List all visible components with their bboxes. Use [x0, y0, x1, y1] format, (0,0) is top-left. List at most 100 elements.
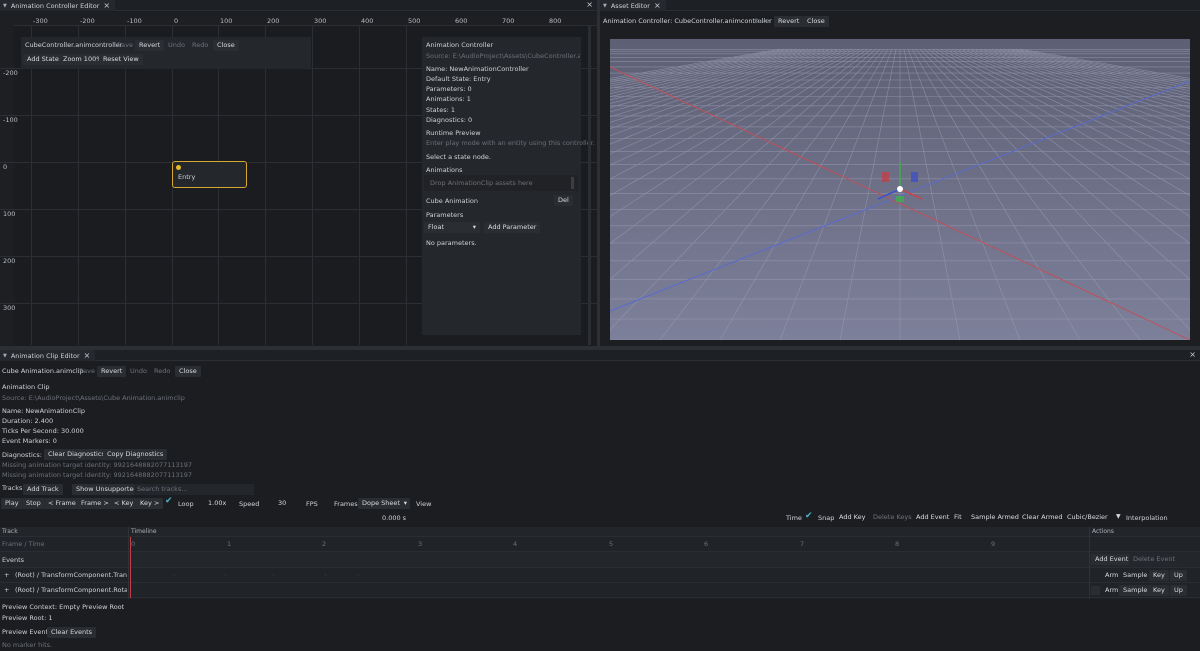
panel-menu-icon[interactable]: ▼ [3, 3, 7, 9]
revert-button[interactable]: Revert [97, 366, 127, 377]
sample-armed-button[interactable]: Sample Armed [967, 512, 1023, 523]
tab-animation-clip-editor[interactable]: ▼ Animation Clip Editor × [0, 350, 96, 361]
inspector-source: Source: E:\AudioProject\Assets\CubeContr… [426, 52, 580, 60]
prev-frame-button[interactable]: < Frame [44, 498, 80, 509]
revert-button[interactable]: Revert [135, 40, 165, 51]
panel-menu-icon[interactable]: ▼ [603, 3, 607, 9]
parameter-type-select[interactable]: Float ▾ [424, 222, 480, 233]
grid-line [31, 26, 32, 345]
sample-button[interactable]: Sample [1119, 570, 1151, 581]
keyframe-marker[interactable]: ◦ [357, 573, 360, 579]
sample-button[interactable]: Sample [1119, 585, 1152, 596]
track-row[interactable]: + (Root) / TransformComponent.Rotation A… [0, 583, 1200, 598]
move-up-button[interactable]: Up [1170, 570, 1187, 581]
add-event-button[interactable]: Add Event [912, 512, 953, 523]
close-button[interactable]: Close [213, 40, 239, 51]
play-button[interactable]: Play [1, 498, 23, 509]
gizmo-center-handle[interactable] [897, 186, 903, 192]
save-button[interactable]: Save [75, 366, 99, 377]
keyframe-marker[interactable]: ◦ [173, 573, 176, 579]
gizmo-plane-zy[interactable] [911, 172, 918, 182]
stop-button[interactable]: Stop [22, 498, 45, 509]
gizmo-plane-xz[interactable] [896, 196, 904, 202]
add-state-button[interactable]: Add State [23, 54, 63, 65]
move-up-button[interactable]: Up [1170, 585, 1187, 596]
close-icon[interactable]: × [84, 351, 91, 360]
close-button[interactable]: Close [803, 16, 829, 27]
panel-menu-icon[interactable]: ▼ [3, 353, 7, 359]
show-unsupported-button[interactable]: Show Unsupported [72, 484, 142, 495]
close-icon[interactable]: × [1189, 351, 1196, 359]
add-parameter-button[interactable]: Add Parameter [484, 222, 541, 233]
time-label: Time [786, 514, 802, 522]
view-mode-value: Dope Sheet [362, 499, 400, 507]
interpolation-mode-value[interactable]: Cubic/Bezier [1063, 512, 1112, 523]
expand-icon[interactable]: + [4, 571, 9, 579]
copy-diagnostics-button[interactable]: Copy Diagnostics [103, 449, 168, 460]
fps-input[interactable]: 30 [274, 498, 290, 509]
clear-armed-button[interactable]: Clear Armed [1018, 512, 1067, 523]
chevron-down-icon[interactable]: ▼ [1116, 513, 1121, 520]
redo-button[interactable]: Redo [188, 40, 212, 51]
key-button[interactable]: Key [1149, 570, 1169, 581]
animation-item-cube[interactable]: Cube Animation [426, 197, 478, 205]
inspector-default-state: Default State: Entry [426, 75, 491, 83]
graph-canvas[interactable]: -300 -200 -100 0 100 200 300 400 500 600… [0, 12, 597, 345]
add-event-row-button[interactable]: Add Event [1091, 554, 1133, 565]
timeline-tick: 1 [227, 540, 232, 548]
ruler-x-label: -200 [80, 17, 95, 25]
clear-events-button[interactable]: Clear Events [47, 627, 97, 638]
revert-button[interactable]: Revert [774, 16, 804, 27]
fit-button[interactable]: Fit [950, 512, 966, 523]
scrollbar[interactable] [571, 177, 574, 189]
drop-hint: Drop AnimationClip assets here [430, 179, 533, 187]
track-row[interactable]: + (Root) / TransformComponent.Translatio… [0, 568, 1200, 583]
diagnostic-message: Missing animation target identity: 99216… [2, 471, 193, 479]
track-name[interactable]: (Root) / TransformComponent.Rotation [15, 586, 127, 594]
reset-view-button[interactable]: Reset View [99, 54, 143, 65]
keyframe-marker[interactable]: ◦ [272, 573, 275, 579]
close-icon[interactable]: × [103, 1, 110, 10]
keyframe-marker[interactable]: ◦ [324, 573, 327, 579]
expand-icon[interactable]: + [4, 586, 9, 594]
keyframe-marker[interactable]: ◦ [224, 573, 227, 579]
key-button[interactable]: Key [1149, 585, 1169, 596]
playhead[interactable] [130, 537, 131, 598]
clear-diagnostics-button[interactable]: Clear Diagnostics [44, 449, 109, 460]
delete-animation-button[interactable]: Del [554, 195, 573, 206]
asset-editor-panel: Animation Controller: CubeController.ani… [600, 12, 1200, 346]
tab-asset-editor[interactable]: ▼ Asset Editor × [600, 0, 666, 11]
loop-checkbox-icon[interactable]: ✔ [165, 496, 173, 506]
animation-drop-zone[interactable]: Drop AnimationClip assets here [424, 175, 578, 191]
snap-checkbox-icon[interactable]: ✔ [805, 511, 813, 521]
save-button[interactable]: Save [750, 16, 774, 27]
tab-animation-controller-editor[interactable]: ▼ Animation Controller Editor × [0, 0, 116, 11]
ruler-x-label: 500 [408, 17, 421, 25]
delete-event-button[interactable]: Delete Event [1129, 554, 1180, 565]
delete-keys-button[interactable]: Delete Keys [869, 512, 916, 523]
redo-button[interactable]: Redo [150, 366, 174, 377]
track-name[interactable]: (Root) / TransformComponent.Translatio [15, 571, 127, 579]
inspector-parameters-count: Parameters: 0 [426, 85, 472, 93]
scene-viewport[interactable] [610, 39, 1190, 340]
add-key-button[interactable]: Add Key [835, 512, 869, 523]
close-icon[interactable]: × [586, 1, 593, 9]
entry-state-node[interactable]: Entry [172, 161, 247, 188]
speed-input[interactable]: 1.00x [204, 498, 230, 509]
prev-key-button[interactable]: < Key [110, 498, 138, 509]
next-frame-button[interactable]: Frame > [77, 498, 113, 509]
save-button[interactable]: Save [113, 40, 137, 51]
entry-indicator-icon [176, 165, 181, 170]
ruler-x-label: 800 [549, 17, 562, 25]
gizmo-plane-xy[interactable] [882, 172, 889, 182]
undo-button[interactable]: Undo [126, 366, 151, 377]
scrollbar[interactable] [588, 26, 591, 345]
close-icon[interactable]: × [654, 1, 661, 10]
close-button[interactable]: Close [175, 366, 201, 377]
track-color-swatch [1091, 586, 1100, 595]
search-tracks-input[interactable]: Search tracks... [134, 484, 254, 495]
add-track-button[interactable]: Add Track [23, 484, 63, 495]
next-key-button[interactable]: Key > [136, 498, 164, 509]
undo-button[interactable]: Undo [164, 40, 189, 51]
view-mode-select[interactable]: Dope Sheet ▾ [358, 498, 410, 509]
